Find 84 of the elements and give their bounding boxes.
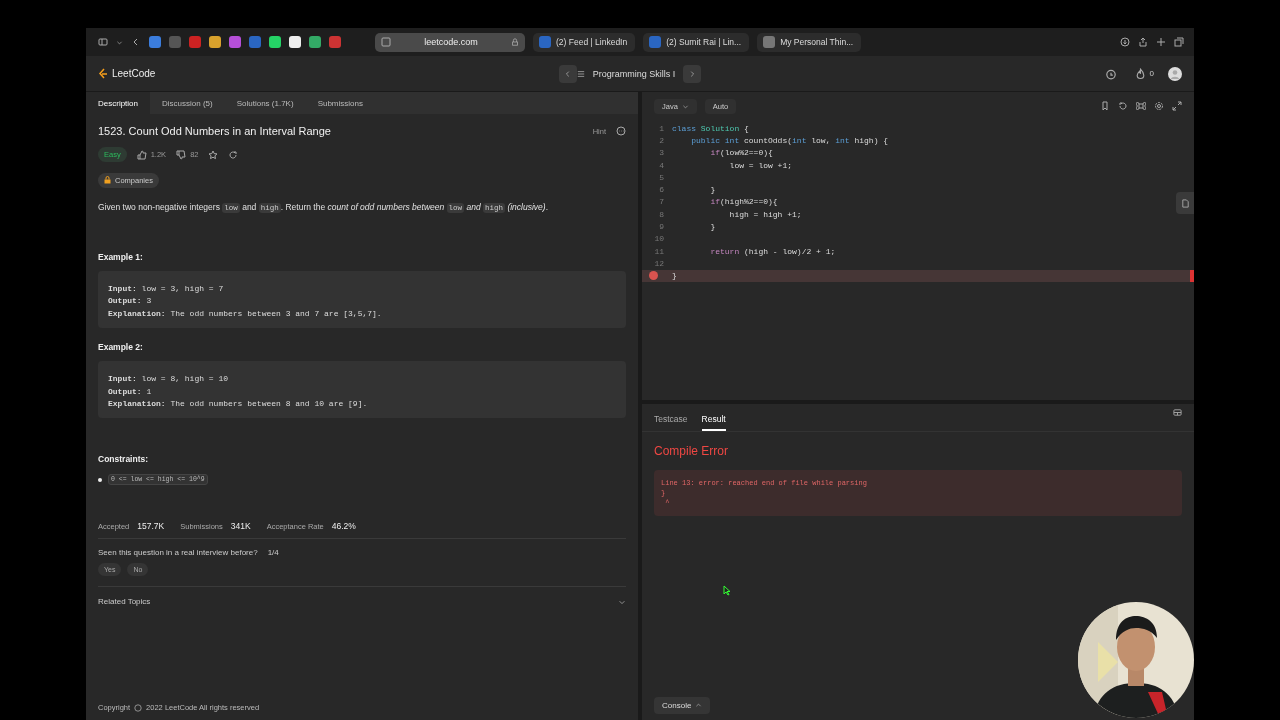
command-icon[interactable] bbox=[1136, 101, 1146, 111]
console-button[interactable]: Console bbox=[654, 697, 711, 714]
code-text: } bbox=[672, 271, 677, 281]
chevron-up-icon bbox=[695, 702, 703, 709]
app-icon[interactable] bbox=[269, 36, 281, 48]
url-text: leetcode.com bbox=[423, 37, 479, 47]
line-number: 3 bbox=[658, 148, 664, 158]
code-text: return (high - low)/2 + 1; bbox=[709, 246, 836, 256]
lock-icon bbox=[104, 176, 111, 184]
problem-title: 1523. Count Odd Numbers in an Interval Range bbox=[98, 125, 332, 137]
stat-value: 157.7K bbox=[137, 521, 165, 532]
result-status: Compile Error bbox=[654, 444, 729, 458]
line-number: 5 bbox=[658, 172, 664, 182]
address-bar[interactable]: leetcode.com bbox=[375, 32, 525, 52]
alarm-icon[interactable] bbox=[1104, 67, 1117, 80]
app-icon[interactable] bbox=[209, 36, 221, 48]
stat-value: 46.2% bbox=[331, 521, 356, 532]
share-icon[interactable] bbox=[1138, 37, 1148, 47]
logo[interactable]: LeetCode bbox=[98, 67, 156, 80]
result-tab[interactable]: Result bbox=[701, 408, 726, 431]
app-icon[interactable] bbox=[289, 36, 301, 48]
line-number: 11 bbox=[653, 246, 664, 256]
browser-tab[interactable]: My Personal Thin... bbox=[757, 32, 862, 52]
thumbs-down-icon bbox=[176, 149, 187, 160]
stat-value: 341K bbox=[230, 521, 251, 532]
tab-icon bbox=[381, 37, 391, 47]
code-text: if(high%2==0){ bbox=[709, 197, 778, 207]
panel-tab[interactable]: Description bbox=[86, 92, 150, 114]
interview-question: Seen this question in a real interview before? bbox=[98, 548, 258, 558]
notes-tab[interactable] bbox=[1176, 192, 1194, 214]
layout-icon[interactable] bbox=[1173, 408, 1182, 417]
code-text: } bbox=[709, 222, 716, 231]
panel-tab[interactable]: Discussion (5) bbox=[150, 92, 225, 114]
bullet bbox=[98, 477, 102, 482]
related-topics-toggle[interactable]: Related Topics bbox=[98, 597, 151, 607]
interview-count: 1/4 bbox=[267, 548, 279, 558]
app-icon[interactable] bbox=[309, 36, 321, 48]
settings-icon[interactable] bbox=[1154, 101, 1164, 111]
code-text: } bbox=[709, 185, 716, 195]
plus-icon[interactable] bbox=[1156, 37, 1166, 47]
refresh-icon[interactable] bbox=[228, 149, 239, 160]
line-number: 1 bbox=[658, 123, 664, 133]
line-number: 8 bbox=[658, 209, 664, 219]
file-icon bbox=[1180, 198, 1190, 208]
streak-count: 0 bbox=[1149, 69, 1154, 78]
list-icon bbox=[576, 69, 585, 78]
example-heading: Example 1: bbox=[98, 252, 144, 262]
more-icon[interactable] bbox=[616, 126, 626, 136]
chevron-left-icon bbox=[563, 69, 572, 78]
panel-tab[interactable]: Solutions (1.7K) bbox=[224, 92, 306, 114]
flame-icon bbox=[1134, 68, 1146, 79]
reset-icon[interactable] bbox=[1118, 101, 1128, 111]
sidebar-icon[interactable] bbox=[98, 37, 108, 47]
line-number: 4 bbox=[658, 160, 664, 170]
cursor-icon bbox=[723, 585, 731, 596]
line-number: 6 bbox=[658, 185, 664, 195]
panel-tab[interactable]: Submissions bbox=[305, 92, 375, 114]
download-icon[interactable] bbox=[1120, 37, 1130, 47]
tabs-icon[interactable] bbox=[1174, 37, 1184, 47]
browser-tab[interactable]: (2) Sumit Rai | Lin... bbox=[643, 32, 750, 52]
code-text: public int countOdds(int low, int high) { bbox=[690, 135, 889, 145]
line-number: 12 bbox=[653, 258, 664, 268]
chevron-right-icon bbox=[688, 69, 697, 78]
example-block: Input: low = 8, high = 10 Output: 1 Explanation: The odd numbers between 8 and 10 are [9]. bbox=[98, 361, 626, 419]
copyright-icon bbox=[134, 703, 143, 712]
bookmark-icon[interactable] bbox=[1100, 101, 1110, 111]
lock-icon bbox=[511, 38, 519, 46]
code-text: high = high +1; bbox=[728, 209, 802, 219]
expand-icon[interactable] bbox=[1172, 101, 1182, 111]
code-text: class Solution { bbox=[672, 123, 749, 133]
code-text: low = low +1; bbox=[728, 160, 793, 170]
result-tab[interactable]: Testcase bbox=[654, 408, 688, 431]
example-block: Input: low = 3, high = 7 Output: 3 Explanation: The odd numbers between 3 and 7 are [3,5,7]. bbox=[98, 271, 626, 329]
star-icon[interactable] bbox=[208, 149, 219, 160]
line-number: 10 bbox=[653, 234, 664, 244]
line-number: 2 bbox=[658, 135, 664, 145]
code-text: if(low%2==0){ bbox=[709, 148, 773, 158]
avatar[interactable] bbox=[1168, 66, 1182, 81]
constraints-heading: Constraints: bbox=[98, 454, 150, 465]
thumbs-up-icon bbox=[136, 149, 147, 160]
example-heading: Example 2: bbox=[98, 342, 144, 353]
problem-list-title[interactable]: Programming Skills I bbox=[584, 68, 684, 79]
browser-tab[interactable]: (2) Feed | LinkedIn bbox=[533, 32, 636, 52]
line-number: 7 bbox=[658, 197, 664, 207]
